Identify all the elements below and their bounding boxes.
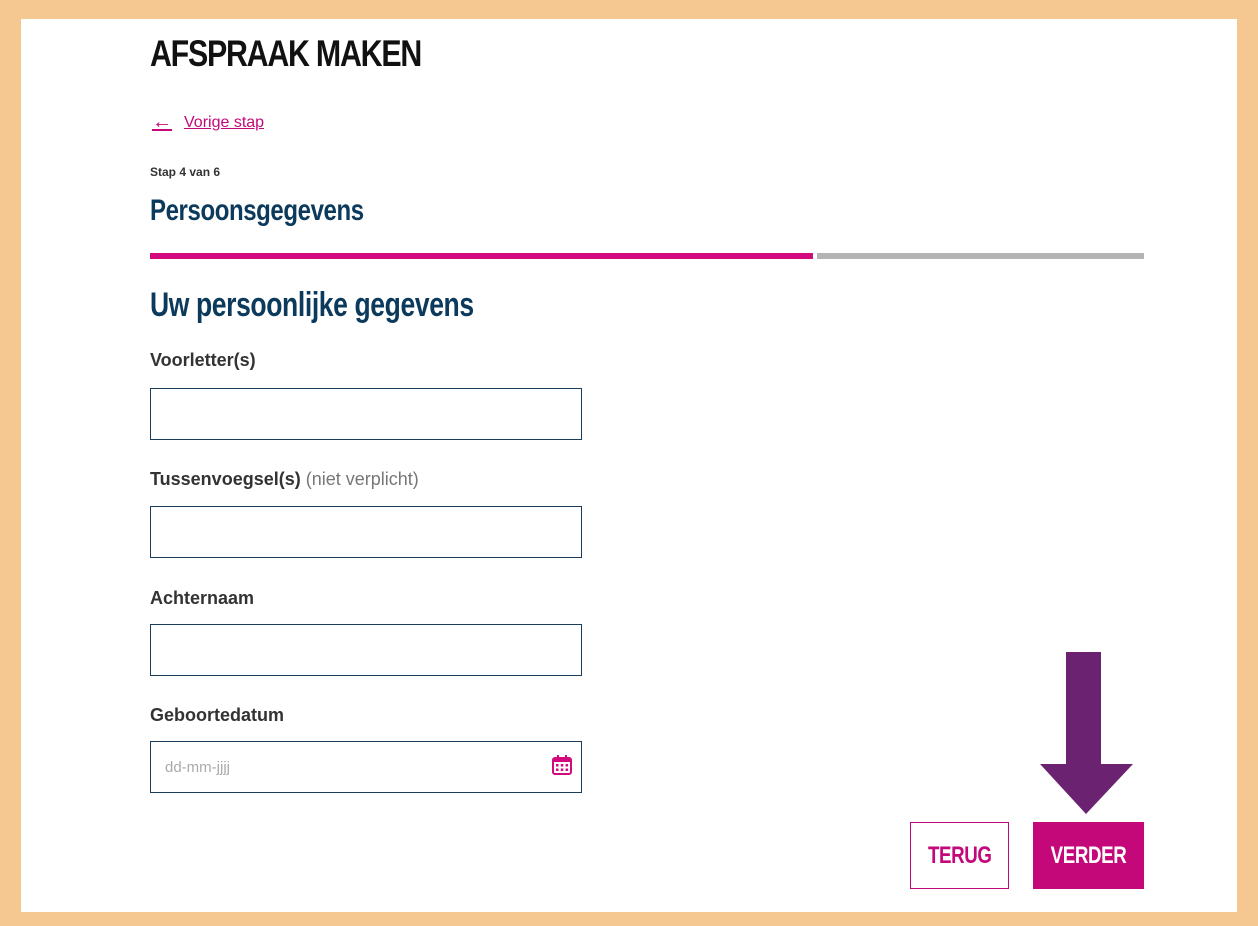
progress-separator xyxy=(813,253,817,259)
optional-hint: (niet verplicht) xyxy=(305,469,419,489)
last-name-label-text: Achternaam xyxy=(150,588,255,608)
last-name-input[interactable] xyxy=(150,624,582,676)
infix-label-text: Tussenvoegsel(s) xyxy=(150,469,301,489)
arrow-left-icon: ← xyxy=(152,111,172,133)
birth-date-label-text: Geboortedatum xyxy=(150,705,285,725)
down-arrow-annotation xyxy=(1040,652,1133,814)
initials-label: Voorletter(s) xyxy=(150,350,256,371)
back-button-label: TERUG xyxy=(927,841,992,869)
next-button[interactable]: VERDER xyxy=(1033,822,1144,889)
form-title: Uw persoonlijke gegevens xyxy=(150,286,474,324)
back-button[interactable]: TERUG xyxy=(910,822,1009,889)
calendar-icon[interactable] xyxy=(551,754,573,776)
initials-label-text: Voorletter(s) xyxy=(150,350,256,370)
progress-fill xyxy=(150,253,813,259)
birth-date-label: Geboortedatum xyxy=(150,705,284,726)
step-indicator: Stap 4 van 6 xyxy=(150,165,221,179)
step-title: Persoonsgegevens xyxy=(150,194,364,227)
infix-label: Tussenvoegsel(s) (niet verplicht) xyxy=(150,469,419,490)
progress-bar xyxy=(150,253,1144,259)
page-panel: AFSPRAAK MAKEN ← Vorige stap Stap 4 van … xyxy=(21,19,1237,912)
last-name-label: Achternaam xyxy=(150,588,254,609)
page-title: AFSPRAAK MAKEN xyxy=(150,33,422,74)
infix-input[interactable] xyxy=(150,506,582,558)
previous-step-link[interactable]: ← Vorige stap xyxy=(152,111,264,134)
previous-step-label: Vorige stap xyxy=(184,113,265,131)
next-button-label: VERDER xyxy=(1050,841,1127,869)
birth-date-input[interactable] xyxy=(150,741,582,793)
initials-input[interactable] xyxy=(150,388,582,440)
